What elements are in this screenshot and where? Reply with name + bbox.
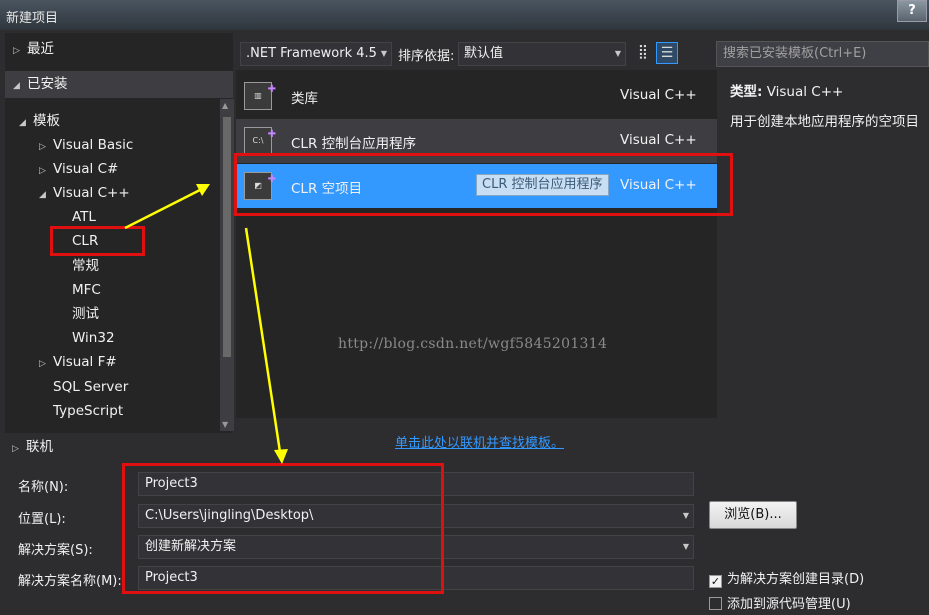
arrow-head-icon — [274, 449, 288, 464]
arrow-line-to-form — [244, 227, 282, 453]
annotation-arrows — [124, 184, 288, 464]
arrow-line-to-template — [124, 188, 201, 230]
